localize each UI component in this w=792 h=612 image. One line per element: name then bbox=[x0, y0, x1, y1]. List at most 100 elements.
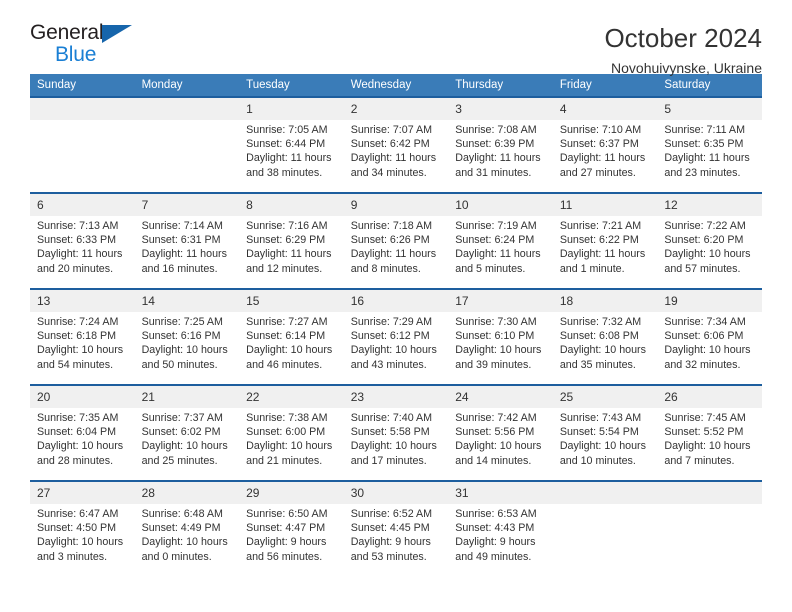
day-cell[interactable]: Sunrise: 7:13 AM Sunset: 6:33 PM Daylight:… bbox=[30, 216, 135, 288]
day-number[interactable]: 24 bbox=[448, 386, 553, 408]
day-cell[interactable]: Sunrise: 6:48 AM Sunset: 4:49 PM Daylight:… bbox=[134, 504, 240, 576]
day-number-empty bbox=[657, 482, 762, 504]
day-cell[interactable]: Sunrise: 7:08 AM Sunset: 6:39 PM Daylight:… bbox=[448, 120, 553, 192]
day-cell[interactable]: Sunrise: 7:38 AM Sunset: 6:00 PM Daylight:… bbox=[239, 408, 344, 480]
day-detail-line: Sunset: 6:10 PM bbox=[455, 330, 535, 343]
day-detail-line: and 25 minutes. bbox=[141, 454, 218, 467]
day-cell[interactable]: Sunrise: 7:42 AM Sunset: 5:56 PM Daylight:… bbox=[448, 408, 553, 480]
day-number[interactable]: 26 bbox=[657, 386, 762, 408]
day-detail-line: Sunrise: 6:52 AM bbox=[350, 508, 433, 520]
day-cell[interactable]: Sunrise: 7:25 AM Sunset: 6:16 PM Daylight:… bbox=[134, 312, 240, 384]
day-number[interactable]: 19 bbox=[657, 290, 762, 312]
day-number[interactable]: 3 bbox=[448, 98, 553, 120]
day-cell[interactable]: Sunrise: 7:11 AM Sunset: 6:35 PM Daylight:… bbox=[657, 120, 762, 192]
day-detail-line: and 7 minutes. bbox=[664, 454, 735, 467]
logo-text-general: General bbox=[30, 21, 104, 44]
day-detail-line: Sunset: 4:43 PM bbox=[455, 522, 535, 535]
day-cell[interactable]: Sunrise: 6:50 AM Sunset: 4:47 PM Daylight:… bbox=[239, 504, 344, 576]
day-number[interactable]: 18 bbox=[552, 290, 658, 312]
day-number[interactable]: 9 bbox=[343, 194, 449, 216]
day-detail-line: Daylight: 10 hours bbox=[664, 440, 751, 453]
day-cell[interactable]: Sunrise: 7:18 AM Sunset: 6:26 PM Daylight:… bbox=[343, 216, 449, 288]
day-number[interactable]: 16 bbox=[343, 290, 449, 312]
day-detail-line: Daylight: 9 hours bbox=[246, 536, 327, 549]
day-cell[interactable]: Sunrise: 7:32 AM Sunset: 6:08 PM Daylight:… bbox=[552, 312, 658, 384]
day-cell[interactable]: Sunrise: 7:29 AM Sunset: 6:12 PM Daylight:… bbox=[343, 312, 449, 384]
day-number[interactable]: 30 bbox=[343, 482, 449, 504]
day-detail-line: Daylight: 11 hours bbox=[141, 248, 227, 261]
day-number[interactable]: 6 bbox=[30, 194, 135, 216]
day-detail-line: and 39 minutes. bbox=[455, 358, 532, 371]
day-cell[interactable]: Sunrise: 7:24 AM Sunset: 6:18 PM Daylight:… bbox=[30, 312, 135, 384]
day-number[interactable]: 15 bbox=[239, 290, 344, 312]
day-number[interactable]: 29 bbox=[239, 482, 344, 504]
day-cell[interactable]: Sunrise: 7:21 AM Sunset: 6:22 PM Daylight:… bbox=[552, 216, 658, 288]
day-cell[interactable]: Sunrise: 7:14 AM Sunset: 6:31 PM Daylight:… bbox=[134, 216, 240, 288]
day-number[interactable]: 7 bbox=[134, 194, 240, 216]
general-blue-logo[interactable]: General Blue bbox=[30, 22, 140, 70]
day-detail-line: Sunrise: 7:40 AM bbox=[350, 412, 433, 424]
day-cell[interactable]: Sunrise: 7:22 AM Sunset: 6:20 PM Daylight:… bbox=[657, 216, 762, 288]
day-number[interactable]: 28 bbox=[134, 482, 240, 504]
day-number[interactable]: 5 bbox=[657, 98, 762, 120]
day-cell[interactable]: Sunrise: 7:07 AM Sunset: 6:42 PM Daylight:… bbox=[343, 120, 449, 192]
day-cell[interactable]: Sunrise: 6:53 AM Sunset: 4:43 PM Daylight:… bbox=[448, 504, 553, 576]
day-cell[interactable]: Sunrise: 7:27 AM Sunset: 6:14 PM Daylight:… bbox=[239, 312, 344, 384]
day-detail-line: Daylight: 10 hours bbox=[559, 440, 646, 453]
day-detail-line: Daylight: 11 hours bbox=[246, 152, 332, 165]
day-cell-empty bbox=[134, 120, 240, 192]
day-cell[interactable]: Sunrise: 7:35 AM Sunset: 6:04 PM Daylight:… bbox=[30, 408, 135, 480]
day-detail-line: Sunset: 6:06 PM bbox=[664, 330, 744, 343]
day-number[interactable]: 27 bbox=[30, 482, 135, 504]
day-detail-line: Sunset: 6:29 PM bbox=[246, 234, 326, 247]
day-cell[interactable]: Sunrise: 7:37 AM Sunset: 6:02 PM Daylight:… bbox=[134, 408, 240, 480]
day-number[interactable]: 12 bbox=[657, 194, 762, 216]
day-cell[interactable]: Sunrise: 7:40 AM Sunset: 5:58 PM Daylight:… bbox=[343, 408, 449, 480]
day-number[interactable]: 25 bbox=[552, 386, 658, 408]
day-detail-line: Daylight: 10 hours bbox=[350, 440, 437, 453]
day-detail-line: and 57 minutes. bbox=[664, 262, 741, 275]
day-cell[interactable]: Sunrise: 6:47 AM Sunset: 4:50 PM Daylight:… bbox=[30, 504, 135, 576]
day-cell[interactable]: Sunrise: 7:34 AM Sunset: 6:06 PM Daylight:… bbox=[657, 312, 762, 384]
day-detail-line: and 46 minutes. bbox=[246, 358, 323, 371]
day-number[interactable]: 17 bbox=[448, 290, 553, 312]
page-title: October 2024 bbox=[604, 23, 762, 53]
day-number[interactable]: 23 bbox=[343, 386, 449, 408]
day-cell[interactable]: Sunrise: 7:43 AM Sunset: 5:54 PM Daylight:… bbox=[552, 408, 658, 480]
day-cell[interactable]: Sunrise: 7:45 AM Sunset: 5:52 PM Daylight:… bbox=[657, 408, 762, 480]
day-detail-line: Daylight: 10 hours bbox=[141, 344, 228, 357]
day-cell[interactable]: Sunrise: 7:16 AM Sunset: 6:29 PM Daylight:… bbox=[239, 216, 344, 288]
day-detail-line: Sunrise: 7:14 AM bbox=[141, 220, 223, 232]
day-number[interactable]: 22 bbox=[239, 386, 344, 408]
calendar-header-row: Sunday Monday Tuesday Wednesday Thursday Frid… bbox=[30, 74, 762, 96]
day-number[interactable]: 10 bbox=[448, 194, 553, 216]
day-number[interactable]: 20 bbox=[30, 386, 135, 408]
day-cell[interactable]: Sunrise: 7:10 AM Sunset: 6:37 PM Daylight:… bbox=[552, 120, 658, 192]
day-detail-line: Sunset: 5:54 PM bbox=[559, 426, 639, 439]
day-detail-line: and 17 minutes. bbox=[350, 454, 427, 467]
day-number[interactable]: 8 bbox=[239, 194, 344, 216]
day-cell-empty bbox=[552, 504, 658, 576]
day-detail-line: Sunset: 6:08 PM bbox=[559, 330, 639, 343]
day-cell[interactable]: Sunrise: 7:05 AM Sunset: 6:44 PM Daylight:… bbox=[239, 120, 344, 192]
day-detail-line: Daylight: 10 hours bbox=[350, 344, 437, 357]
day-detail-line: and 8 minutes. bbox=[350, 262, 421, 275]
day-detail-line: Daylight: 10 hours bbox=[559, 344, 646, 357]
day-number[interactable]: 31 bbox=[448, 482, 553, 504]
day-number[interactable]: 21 bbox=[134, 386, 240, 408]
day-number[interactable]: 11 bbox=[552, 194, 658, 216]
day-cell[interactable]: Sunrise: 7:30 AM Sunset: 6:10 PM Daylight:… bbox=[448, 312, 553, 384]
day-cell[interactable]: Sunrise: 6:52 AM Sunset: 4:45 PM Daylight:… bbox=[343, 504, 449, 576]
day-detail-line: Sunset: 6:31 PM bbox=[141, 234, 221, 247]
day-number[interactable]: 14 bbox=[134, 290, 240, 312]
day-detail-line: and 20 minutes. bbox=[37, 262, 114, 275]
day-number[interactable]: 2 bbox=[343, 98, 449, 120]
day-number[interactable]: 4 bbox=[552, 98, 658, 120]
day-detail-line: and 10 minutes. bbox=[559, 454, 636, 467]
day-number[interactable]: 13 bbox=[30, 290, 135, 312]
day-detail-line: Sunrise: 7:13 AM bbox=[37, 220, 119, 232]
day-detail-line: Daylight: 10 hours bbox=[141, 536, 228, 549]
week-daynumber-row: 6 7 8 9 10 11 12 bbox=[30, 194, 762, 216]
day-cell[interactable]: Sunrise: 7:19 AM Sunset: 6:24 PM Daylight:… bbox=[448, 216, 553, 288]
day-number[interactable]: 1 bbox=[239, 98, 344, 120]
